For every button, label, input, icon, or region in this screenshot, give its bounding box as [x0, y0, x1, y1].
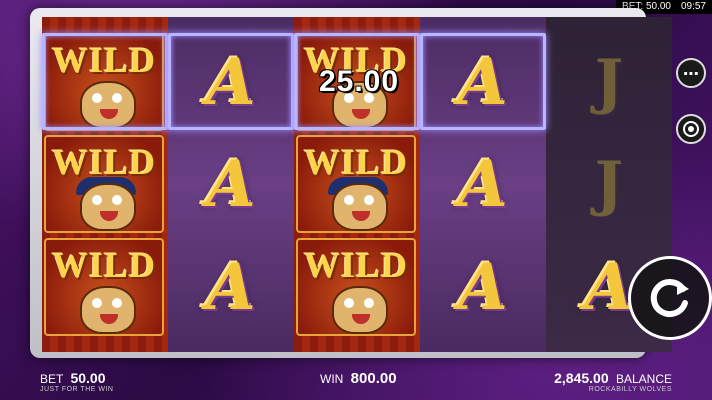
wild-symbol: WILD — [44, 238, 164, 336]
tagline: JUST FOR THE WIN — [40, 386, 114, 393]
balance-display: 2,845.00 BALANCE — [554, 370, 672, 386]
symbol-cell: A — [420, 237, 546, 337]
a-symbol: A — [206, 249, 256, 325]
wild-label: WILD — [51, 245, 157, 285]
wolf-icon — [332, 286, 388, 334]
a-symbol: A — [206, 146, 256, 222]
wild-symbol: WILD — [44, 135, 164, 233]
a-symbol: A — [458, 249, 508, 325]
symbol-cell: A — [168, 237, 294, 337]
wolf-icon — [80, 286, 136, 334]
game-name: ROCKABILLY WOLVES — [588, 386, 672, 393]
bet-value: 50.00 — [70, 370, 106, 386]
wolf-icon — [80, 183, 136, 231]
bet-display[interactable]: BET 50.00 — [40, 370, 106, 386]
wild-label: WILD — [303, 245, 409, 285]
spin-icon — [650, 279, 689, 318]
win-highlight — [420, 33, 546, 130]
spin-button[interactable] — [628, 256, 712, 340]
bet-settings-button[interactable] — [676, 114, 706, 144]
bet-label: BET — [40, 372, 64, 386]
menu-button[interactable]: ⋯ — [676, 58, 706, 88]
symbol-cell: A — [420, 134, 546, 234]
wild-symbol: WILD — [296, 135, 416, 233]
a-symbol: A — [458, 146, 508, 222]
symbol-cell: J — [546, 32, 672, 132]
status-time: 09:57 — [680, 1, 706, 12]
symbol-cell: A — [168, 134, 294, 234]
bet-chip-icon — [683, 121, 699, 137]
wolf-icon — [332, 183, 388, 231]
balance-value: 2,845.00 — [554, 370, 609, 386]
bottom-bar: BET 50.00 JUST FOR THE WIN WIN 800.00 2,… — [0, 364, 712, 400]
j-symbol: J — [594, 149, 624, 219]
j-symbol: J — [594, 47, 624, 117]
line-win-amount: 25.00 — [318, 65, 400, 98]
win-highlight — [168, 33, 294, 130]
a-symbol: A — [584, 249, 634, 325]
win-label: WIN — [320, 372, 344, 386]
wild-symbol: WILD — [296, 238, 416, 336]
win-display: WIN 800.00 — [320, 370, 397, 387]
more-icon: ⋯ — [683, 63, 699, 83]
symbol-cell: J — [546, 134, 672, 234]
balance-label: BALANCE — [615, 372, 672, 386]
win-value: 800.00 — [350, 370, 397, 387]
win-highlight — [42, 33, 168, 130]
